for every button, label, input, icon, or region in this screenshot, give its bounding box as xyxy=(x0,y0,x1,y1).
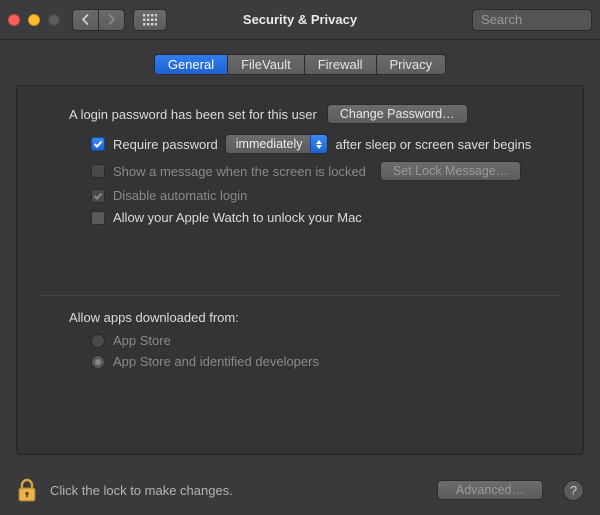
advanced-button[interactable]: Advanced… xyxy=(437,480,543,500)
chevron-left-icon xyxy=(81,14,90,25)
gatekeeper-app-store-radio xyxy=(91,334,105,348)
require-password-delay-popup[interactable]: immediately xyxy=(225,134,329,154)
tab-privacy[interactable]: Privacy xyxy=(377,55,446,74)
show-lock-message-checkbox xyxy=(91,164,105,178)
require-password-tail: after sleep or screen saver begins xyxy=(335,137,531,152)
set-lock-message-button: Set Lock Message… xyxy=(380,161,521,181)
minimize-window-button[interactable] xyxy=(28,14,40,26)
require-password-label: Require password xyxy=(113,137,218,152)
checkmark-icon xyxy=(93,191,103,201)
allow-apps-heading: Allow apps downloaded from: xyxy=(69,310,561,325)
popup-stepper-icon xyxy=(310,135,327,153)
help-button[interactable]: ? xyxy=(563,480,584,501)
footer: Click the lock to make changes. Advanced… xyxy=(0,465,600,515)
window-controls xyxy=(8,14,60,26)
general-panel: A login password has been set for this u… xyxy=(16,85,584,455)
search-field[interactable] xyxy=(472,9,592,31)
tabs-row: General FileVault Firewall Privacy xyxy=(0,40,600,85)
disable-auto-login-label: Disable automatic login xyxy=(113,188,247,203)
close-window-button[interactable] xyxy=(8,14,20,26)
disable-auto-login-checkbox xyxy=(91,189,105,203)
require-password-checkbox[interactable] xyxy=(91,137,105,151)
grid-icon xyxy=(143,14,157,26)
tab-general[interactable]: General xyxy=(155,55,228,74)
titlebar: Security & Privacy xyxy=(0,0,600,40)
back-button[interactable] xyxy=(72,9,99,31)
forward-button[interactable] xyxy=(99,9,125,31)
checkmark-icon xyxy=(93,139,103,149)
login-password-text: A login password has been set for this u… xyxy=(69,107,317,122)
gatekeeper-app-store-label: App Store xyxy=(113,333,171,348)
lock-icon[interactable] xyxy=(16,477,38,503)
apple-watch-unlock-label: Allow your Apple Watch to unlock your Ma… xyxy=(113,210,362,225)
tab-bar: General FileVault Firewall Privacy xyxy=(154,54,446,75)
apple-watch-unlock-checkbox[interactable] xyxy=(91,211,105,225)
search-input[interactable] xyxy=(479,11,600,28)
panel-divider xyxy=(39,295,561,296)
tab-firewall[interactable]: Firewall xyxy=(305,55,377,74)
lock-hint-text: Click the lock to make changes. xyxy=(50,483,425,498)
zoom-window-button[interactable] xyxy=(48,14,60,26)
gatekeeper-identified-radio xyxy=(91,355,105,369)
require-password-delay-value: immediately xyxy=(226,137,311,151)
change-password-button[interactable]: Change Password… xyxy=(327,104,468,124)
tab-filevault[interactable]: FileVault xyxy=(228,55,305,74)
show-lock-message-label: Show a message when the screen is locked xyxy=(113,164,366,179)
gatekeeper-identified-label: App Store and identified developers xyxy=(113,354,319,369)
chevron-right-icon xyxy=(107,14,116,25)
show-all-button[interactable] xyxy=(133,9,167,31)
